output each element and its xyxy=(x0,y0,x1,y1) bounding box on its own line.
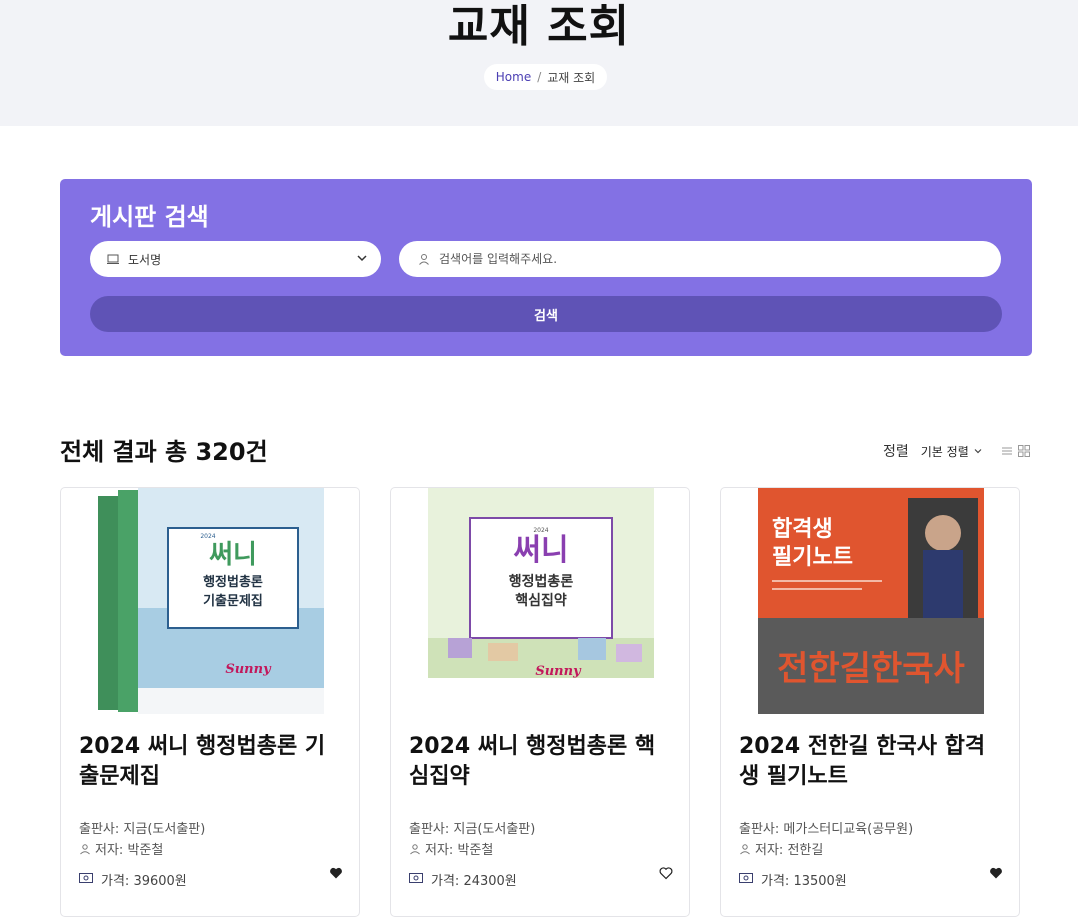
search-input[interactable] xyxy=(439,252,979,266)
cover-year: 2024 xyxy=(533,527,548,534)
sort-select[interactable]: 기본 정렬 xyxy=(921,443,983,460)
book-publisher: 출판사: 메가스터디교육(공무원) xyxy=(739,818,913,837)
heart-icon[interactable] xyxy=(329,866,343,880)
publisher-value: 메가스터디교육(공무원) xyxy=(783,822,914,837)
user-icon xyxy=(409,843,421,855)
author-label: 저자: xyxy=(425,843,454,858)
user-icon xyxy=(739,843,751,855)
price-value: 39600원 xyxy=(133,874,187,889)
price-label: 가격: xyxy=(431,874,460,889)
book-cover-image: 써니 행정법총론 기출문제집 Sunny 2024 xyxy=(98,488,324,714)
breadcrumb: Home / 교재 조회 xyxy=(484,64,607,90)
book-author: 저자: 박준철 xyxy=(79,839,163,858)
view-toggle xyxy=(1002,445,1030,457)
cover-big-title: 전한길한국사 xyxy=(777,649,965,689)
cover-brand: 써니 xyxy=(513,533,568,568)
search-type-select[interactable]: 도서명 xyxy=(90,241,381,277)
book-price: 가격: 24300원 xyxy=(409,870,517,889)
chevron-down-icon xyxy=(355,251,369,265)
page-header: 교재 조회 Home / 교재 조회 xyxy=(0,0,1078,126)
search-panel: 게시판 검색 도서명 검색 xyxy=(60,179,1032,356)
money-icon xyxy=(79,872,93,887)
breadcrumb-current: 교재 조회 xyxy=(547,70,596,85)
book-cover-image: 써니 행정법총론 핵심집약 Sunny 2024 xyxy=(428,488,654,714)
sort-label: 정렬 xyxy=(883,444,909,460)
user-icon xyxy=(79,843,91,855)
book-author: 저자: 박준철 xyxy=(409,839,493,858)
price-value: 24300원 xyxy=(463,874,517,889)
results-count-title: 전체 결과 총 320건 xyxy=(60,438,268,466)
book-publisher: 출판사: 지금(도서출판) xyxy=(79,818,205,837)
book-card[interactable]: 써니 행정법총론 기출문제집 Sunny 2024 2024 써니 행정법총론 … xyxy=(60,487,360,917)
cover-line2: 필기노트 xyxy=(772,545,853,570)
page-title: 교재 조회 xyxy=(447,1,631,52)
cover-year: 2024 xyxy=(200,533,215,540)
breadcrumb-home-link[interactable]: Home xyxy=(496,70,531,84)
publisher-value: 지금(도서출판) xyxy=(453,822,536,837)
user-icon xyxy=(417,252,431,266)
search-panel-title: 게시판 검색 xyxy=(90,203,209,231)
breadcrumb-separator: / xyxy=(537,70,542,84)
cover-line1: 합격생 xyxy=(772,516,833,542)
book-author: 저자: 전한길 xyxy=(739,839,823,858)
price-value: 13500원 xyxy=(793,874,847,889)
book-price: 가격: 39600원 xyxy=(79,870,187,889)
cover-line1: 행정법총론 xyxy=(203,574,263,590)
price-label: 가격: xyxy=(101,874,130,889)
publisher-value: 지금(도서출판) xyxy=(123,822,206,837)
author-value: 박준철 xyxy=(457,843,494,858)
author-value: 박준철 xyxy=(127,843,164,858)
author-label: 저자: xyxy=(95,843,124,858)
publisher-label: 출판사: xyxy=(79,822,120,837)
price-label: 가격: xyxy=(761,874,790,889)
publisher-label: 출판사: xyxy=(409,822,450,837)
cover-line1: 행정법총론 xyxy=(509,573,574,590)
book-title[interactable]: 2024 전한길 한국사 합격생 필기노트 xyxy=(739,732,1001,792)
list-view-icon[interactable] xyxy=(1002,445,1012,457)
cover-line2: 기출문제집 xyxy=(203,593,263,609)
money-icon xyxy=(739,872,753,887)
heart-icon[interactable] xyxy=(989,866,1003,880)
chevron-down-icon xyxy=(974,449,982,454)
book-price: 가격: 13500원 xyxy=(739,870,847,889)
search-button[interactable]: 검색 xyxy=(90,296,1002,332)
cover-line2: 핵심집약 xyxy=(515,592,567,609)
money-icon xyxy=(409,872,423,887)
book-title[interactable]: 2024 써니 행정법총론 핵심집약 xyxy=(409,732,671,792)
author-label: 저자: xyxy=(755,843,784,858)
sort-control: 정렬 기본 정렬 xyxy=(883,441,983,461)
book-card[interactable]: 써니 행정법총론 핵심집약 Sunny 2024 2024 써니 행정법총론 핵… xyxy=(390,487,690,917)
author-value: 전한길 xyxy=(787,843,824,858)
book-publisher: 출판사: 지금(도서출판) xyxy=(409,818,535,837)
search-type-value: 도서명 xyxy=(128,252,162,267)
cover-brand: 써니 xyxy=(209,540,257,570)
heart-icon[interactable] xyxy=(659,866,673,880)
book-icon xyxy=(106,252,120,266)
book-cover-image: 합격생 필기노트 전한길한국사 xyxy=(758,488,984,714)
cover-series: Sunny xyxy=(535,664,582,679)
grid-view-icon[interactable] xyxy=(1018,445,1030,457)
book-title[interactable]: 2024 써니 행정법총론 기출문제집 xyxy=(79,732,341,792)
sort-value: 기본 정렬 xyxy=(920,444,969,459)
book-card[interactable]: 합격생 필기노트 전한길한국사 2024 전한길 한국사 합격생 필기노트 출판… xyxy=(720,487,1020,917)
search-input-wrapper xyxy=(399,241,1001,277)
publisher-label: 출판사: xyxy=(739,822,780,837)
cover-series: Sunny xyxy=(225,662,272,677)
